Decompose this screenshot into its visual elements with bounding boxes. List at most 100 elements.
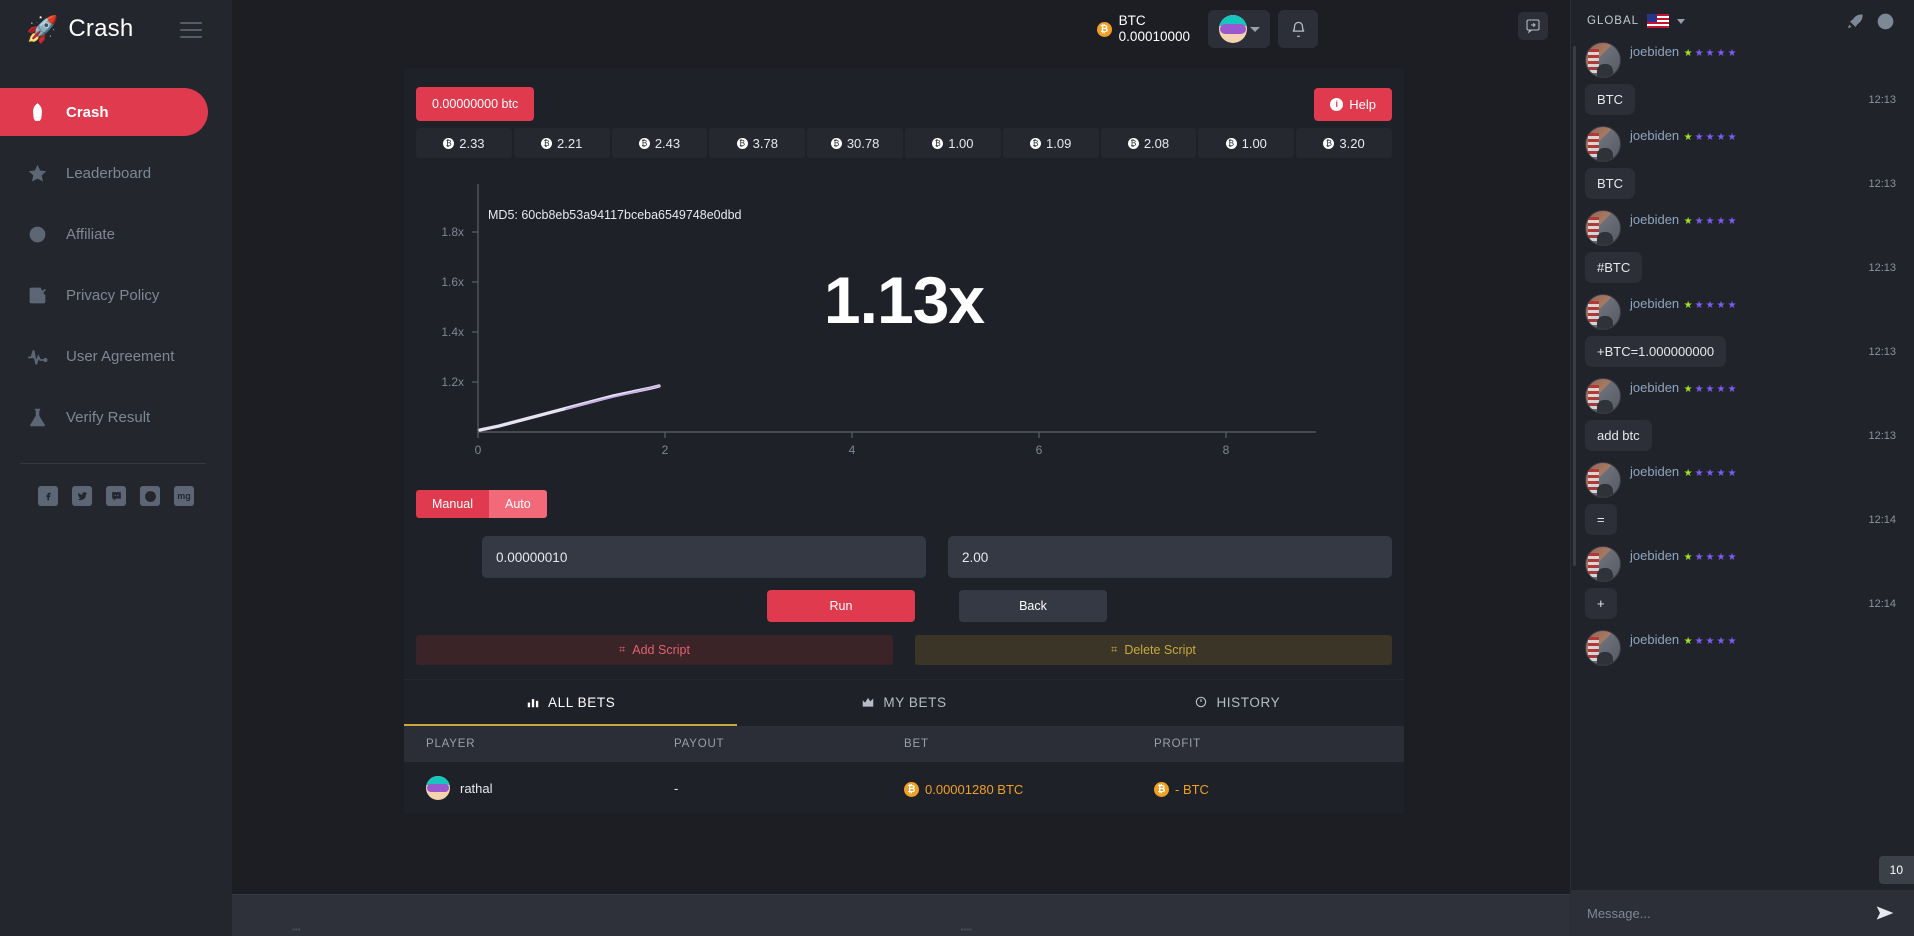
sidebar-item-user-agreement[interactable]: User Agreement xyxy=(0,332,208,380)
table-row[interactable]: rathal - ₿ 0.00001280 BTC ₿ - BTC xyxy=(404,762,1404,814)
history-value: 30.78 xyxy=(846,135,880,151)
avatar-dropdown-button[interactable] xyxy=(1208,10,1270,48)
add-script-button[interactable]: ⌗ Add Script xyxy=(416,635,893,665)
discord-icon[interactable] xyxy=(106,486,126,506)
history-chip[interactable]: 3.20 xyxy=(1296,128,1392,158)
chat-message: joebiden ★★★★★ +BTC=1.000000000 12:13 xyxy=(1585,294,1896,367)
facebook-icon[interactable] xyxy=(38,486,58,506)
current-bet-badge[interactable]: 0.00000000 btc xyxy=(416,87,535,121)
history-chip[interactable]: 1.09 xyxy=(1002,128,1099,158)
history-chip[interactable]: 2.33 xyxy=(416,128,512,158)
column-header-bet: BET xyxy=(904,738,929,750)
chat-username[interactable]: joebiden xyxy=(1630,296,1679,311)
sidebar-item-verify-result[interactable]: Verify Result xyxy=(0,393,208,441)
chat-username[interactable]: joebiden xyxy=(1630,632,1679,647)
history-chip[interactable]: 2.21 xyxy=(513,128,610,158)
delete-script-button[interactable]: ⌗ Delete Script xyxy=(915,635,1392,665)
history-chip[interactable]: 2.08 xyxy=(1100,128,1197,158)
info-icon: i xyxy=(1330,97,1344,111)
mg-icon[interactable]: mg xyxy=(174,486,194,506)
footer-item: ▪▪▪▪ xyxy=(960,925,972,934)
tab-all-bets[interactable]: ALL BETS xyxy=(404,680,738,726)
hamburger-menu-icon[interactable] xyxy=(180,22,202,38)
history-chip[interactable]: 1.00 xyxy=(1198,128,1295,158)
tab-history[interactable]: HISTORY xyxy=(1071,680,1404,726)
rocket-icon[interactable] xyxy=(1844,10,1866,32)
crash-chart: 1.8x 1.6x 1.4x 1.2x 0 2 4 6 8 MD5: 60cb8… xyxy=(416,170,1392,480)
chat-message-input[interactable] xyxy=(1571,890,1856,936)
target-icon xyxy=(26,223,48,245)
history-value: 1.09 xyxy=(1046,135,1072,151)
tab-label: MY BETS xyxy=(883,694,947,710)
social-links: mg xyxy=(0,464,232,506)
profit-value: - BTC xyxy=(1175,781,1209,797)
chat-username[interactable]: joebiden xyxy=(1630,548,1679,563)
info-icon[interactable] xyxy=(1874,10,1896,32)
column-header-profit: PROFIT xyxy=(1154,738,1201,750)
cell-payout: - xyxy=(674,780,679,796)
sidebar-item-label: Privacy Policy xyxy=(66,286,160,304)
history-chip[interactable]: 3.78 xyxy=(709,128,806,158)
collapse-chat-button[interactable] xyxy=(1518,12,1548,40)
cashout-multiplier-input[interactable] xyxy=(948,536,1392,578)
chat-username[interactable]: joebiden xyxy=(1630,380,1679,395)
chat-bubble: + xyxy=(1585,588,1617,619)
chat-timestamp: 12:14 xyxy=(1868,597,1896,610)
history-value: 2.08 xyxy=(1143,135,1170,151)
twitter-icon[interactable] xyxy=(72,486,92,506)
sidebar-item-privacy-policy[interactable]: Privacy Policy xyxy=(0,271,208,319)
chat-username[interactable]: joebiden xyxy=(1630,44,1679,59)
us-flag-icon xyxy=(1647,14,1670,28)
chat-bubble: add btc xyxy=(1585,420,1652,451)
unread-count-badge[interactable]: 10 xyxy=(1878,856,1914,884)
rocket-icon: 🚀 xyxy=(26,14,59,44)
current-multiplier: 1.13x xyxy=(823,263,985,337)
help-button[interactable]: i Help xyxy=(1314,87,1392,121)
chat-header: GLOBAL xyxy=(1571,0,1914,42)
chart-icon xyxy=(863,697,874,707)
chat-bubble: BTC xyxy=(1585,168,1635,199)
chevron-down-icon[interactable] xyxy=(1677,18,1686,24)
send-message-button[interactable] xyxy=(1856,890,1914,936)
back-button[interactable]: Back xyxy=(959,590,1107,622)
history-value: 2.43 xyxy=(654,135,681,151)
chat-room-label: GLOBAL xyxy=(1587,15,1640,27)
history-value: 2.33 xyxy=(459,135,485,151)
btc-coin-icon xyxy=(830,137,842,149)
y-tick-label: 1.8x xyxy=(441,225,464,239)
history-chip[interactable]: 30.78 xyxy=(807,128,903,158)
chat-username[interactable]: joebiden xyxy=(1630,212,1679,227)
chat-timestamp: 12:13 xyxy=(1868,261,1896,274)
btc-coin-icon: ₿ xyxy=(1096,21,1112,37)
tab-my-bets[interactable]: MY BETS xyxy=(737,680,1070,726)
notifications-button[interactable] xyxy=(1278,10,1318,48)
cell-player: rathal xyxy=(404,776,674,800)
history-chip[interactable]: 1.00 xyxy=(904,128,1001,158)
mode-manual-button[interactable]: Manual xyxy=(416,490,489,518)
chat-timestamp: 12:13 xyxy=(1868,429,1896,442)
sidebar-item-affiliate[interactable]: Affiliate xyxy=(0,210,208,258)
btc-coin-icon xyxy=(1030,137,1042,149)
chart-line-highlight xyxy=(565,385,660,410)
mode-toggle: Manual Auto xyxy=(416,490,547,518)
chat-timestamp: 12:13 xyxy=(1868,93,1896,106)
mode-auto-button[interactable]: Auto xyxy=(489,490,547,518)
chat-message: joebiden ★★★★★ xyxy=(1585,630,1896,666)
sidebar-item-leaderboard[interactable]: Leaderboard xyxy=(0,149,208,197)
avatar xyxy=(1585,294,1621,330)
chat-username[interactable]: joebiden xyxy=(1630,464,1679,479)
dribbble-icon[interactable] xyxy=(140,486,160,506)
history-value: 1.00 xyxy=(1241,135,1267,151)
footer-item: ▪▪▪ xyxy=(292,925,301,934)
chat-username[interactable]: joebiden xyxy=(1630,128,1679,143)
chat-message: joebiden ★★★★★ BTC 12:13 xyxy=(1585,42,1896,115)
sidebar-item-crash[interactable]: Crash xyxy=(0,88,208,136)
bet-amount-input[interactable] xyxy=(482,536,926,578)
run-button[interactable]: Run xyxy=(767,590,915,622)
run-cell: Run xyxy=(482,590,926,622)
column-header-player: PLAYER xyxy=(426,738,476,750)
history-chip[interactable]: 2.43 xyxy=(611,128,708,158)
x-tick-label: 0 xyxy=(475,443,482,457)
chat-message: joebiden ★★★★★ + 12:14 xyxy=(1585,546,1896,619)
balance-amount: 0.00010000 xyxy=(1118,29,1190,44)
